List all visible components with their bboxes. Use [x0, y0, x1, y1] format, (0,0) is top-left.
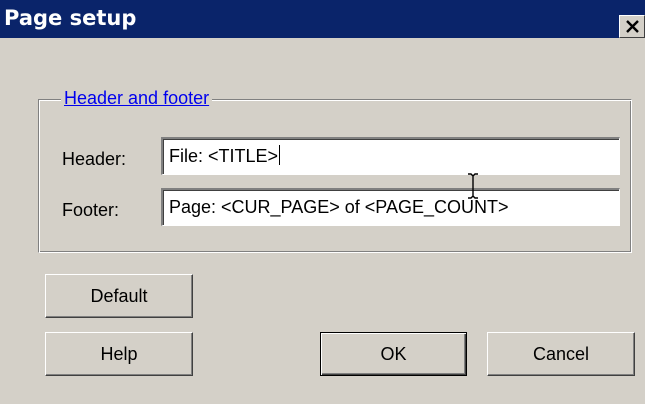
cancel-button-label: Cancel — [532, 344, 590, 364]
header-label: Header: — [62, 149, 127, 169]
title-bar[interactable]: Page setup — [0, 0, 645, 38]
header-footer-group — [38, 99, 632, 253]
page-setup-dialog: Page setup Header and footer Header: Fil… — [0, 0, 645, 404]
header-input[interactable]: File: <TITLE> — [161, 137, 620, 175]
footer-label: Footer: — [62, 200, 120, 220]
help-button-label: Help — [100, 344, 138, 364]
help-button[interactable]: Help — [45, 332, 193, 376]
close-button[interactable] — [619, 15, 645, 38]
ok-button-label: OK — [380, 344, 407, 364]
window-title: Page setup — [4, 6, 137, 30]
header-input-value: File: <TITLE> — [169, 146, 279, 166]
footer-input[interactable]: Page: <CUR_PAGE> of <PAGE_COUNT> — [161, 188, 620, 226]
default-button[interactable]: Default — [45, 274, 193, 318]
close-icon — [626, 20, 639, 33]
text-caret — [279, 145, 281, 165]
default-button-label: Default — [90, 286, 148, 306]
footer-input-value: Page: <CUR_PAGE> of <PAGE_COUNT> — [169, 197, 509, 217]
cancel-button[interactable]: Cancel — [487, 332, 635, 376]
header-footer-link[interactable]: Header and footer — [61, 87, 213, 109]
ok-button[interactable]: OK — [320, 332, 467, 376]
